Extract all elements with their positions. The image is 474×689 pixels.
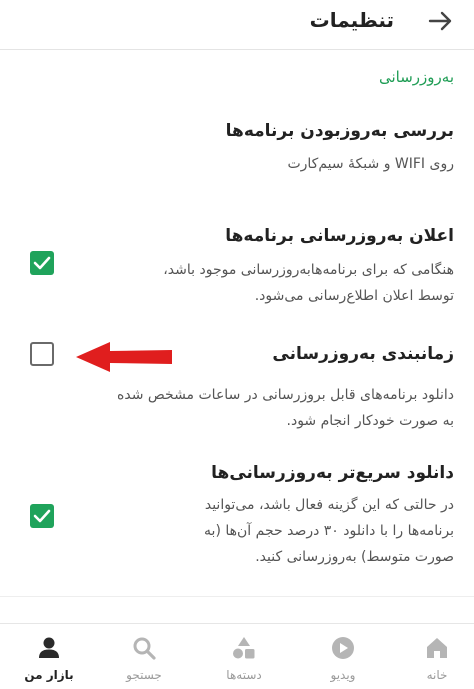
nav-label: ویدیو: [330, 668, 356, 682]
search-icon: [133, 637, 156, 660]
red-arrow-annotation: [76, 342, 172, 372]
nav-my-bazaar[interactable]: بازار من: [2, 624, 96, 689]
setting-title: دانلود سریع‌تر به‌روزرسانی‌ها: [211, 463, 454, 483]
setting-description: به صورت خودکار انجام شود.: [286, 413, 454, 429]
user-icon: [39, 637, 59, 658]
nav-search[interactable]: جستجو: [97, 624, 191, 689]
bottom-navigation: خانه ویدیو دسته‌ها جستجو بازار من: [0, 623, 474, 689]
nav-label: بازار من: [24, 668, 74, 682]
check-icon: [33, 509, 51, 523]
setting-description: دانلود برنامه‌های قابل بروزرسانی در ساعا…: [117, 387, 454, 403]
categories-icon: [233, 637, 255, 659]
section-title: به‌روزرسانی: [378, 68, 454, 86]
home-icon: [427, 638, 447, 658]
setting-description: صورت متوسط) به‌روزرسانی کنید.: [255, 549, 454, 565]
video-icon: [332, 637, 354, 659]
nav-label: دسته‌ها: [226, 668, 262, 682]
setting-description: در حالتی که این گزینه فعال باشد، می‌توان…: [204, 497, 454, 513]
schedule-update-checkbox[interactable]: [30, 342, 54, 366]
setting-description: توسط اعلان اطلاع‌رسانی می‌شود.: [254, 288, 454, 304]
check-icon: [33, 256, 51, 270]
setting-description: برنامه‌ها را با دانلود ۳۰ درصد حجم آن‌ها…: [204, 523, 454, 539]
nav-label: خانه: [426, 668, 448, 682]
page-title: تنظیمات: [309, 8, 394, 32]
nav-video[interactable]: ویدیو: [296, 624, 390, 689]
arrow-right-icon: [428, 11, 452, 31]
nav-categories[interactable]: دسته‌ها: [197, 624, 291, 689]
faster-download-checkbox[interactable]: [30, 504, 54, 528]
top-bar: تنظیمات: [0, 0, 474, 50]
setting-title: زمانبندی به‌روزرسانی: [272, 344, 454, 364]
setting-title: اعلان به‌روزرسانی برنامه‌ها: [225, 226, 454, 246]
back-button[interactable]: [426, 7, 454, 35]
divider: [0, 596, 474, 597]
nav-home[interactable]: خانه: [390, 624, 474, 689]
nav-label: جستجو: [126, 668, 162, 682]
setting-description: هنگامی که برای برنامه‌هابه‌روزرسانی موجو…: [163, 262, 454, 278]
setting-description: روی WIFI و شبکهٔ سیم‌کارت: [287, 156, 454, 172]
update-notification-checkbox[interactable]: [30, 251, 54, 275]
setting-title: بررسی به‌روزبودن برنامه‌ها: [225, 121, 454, 141]
